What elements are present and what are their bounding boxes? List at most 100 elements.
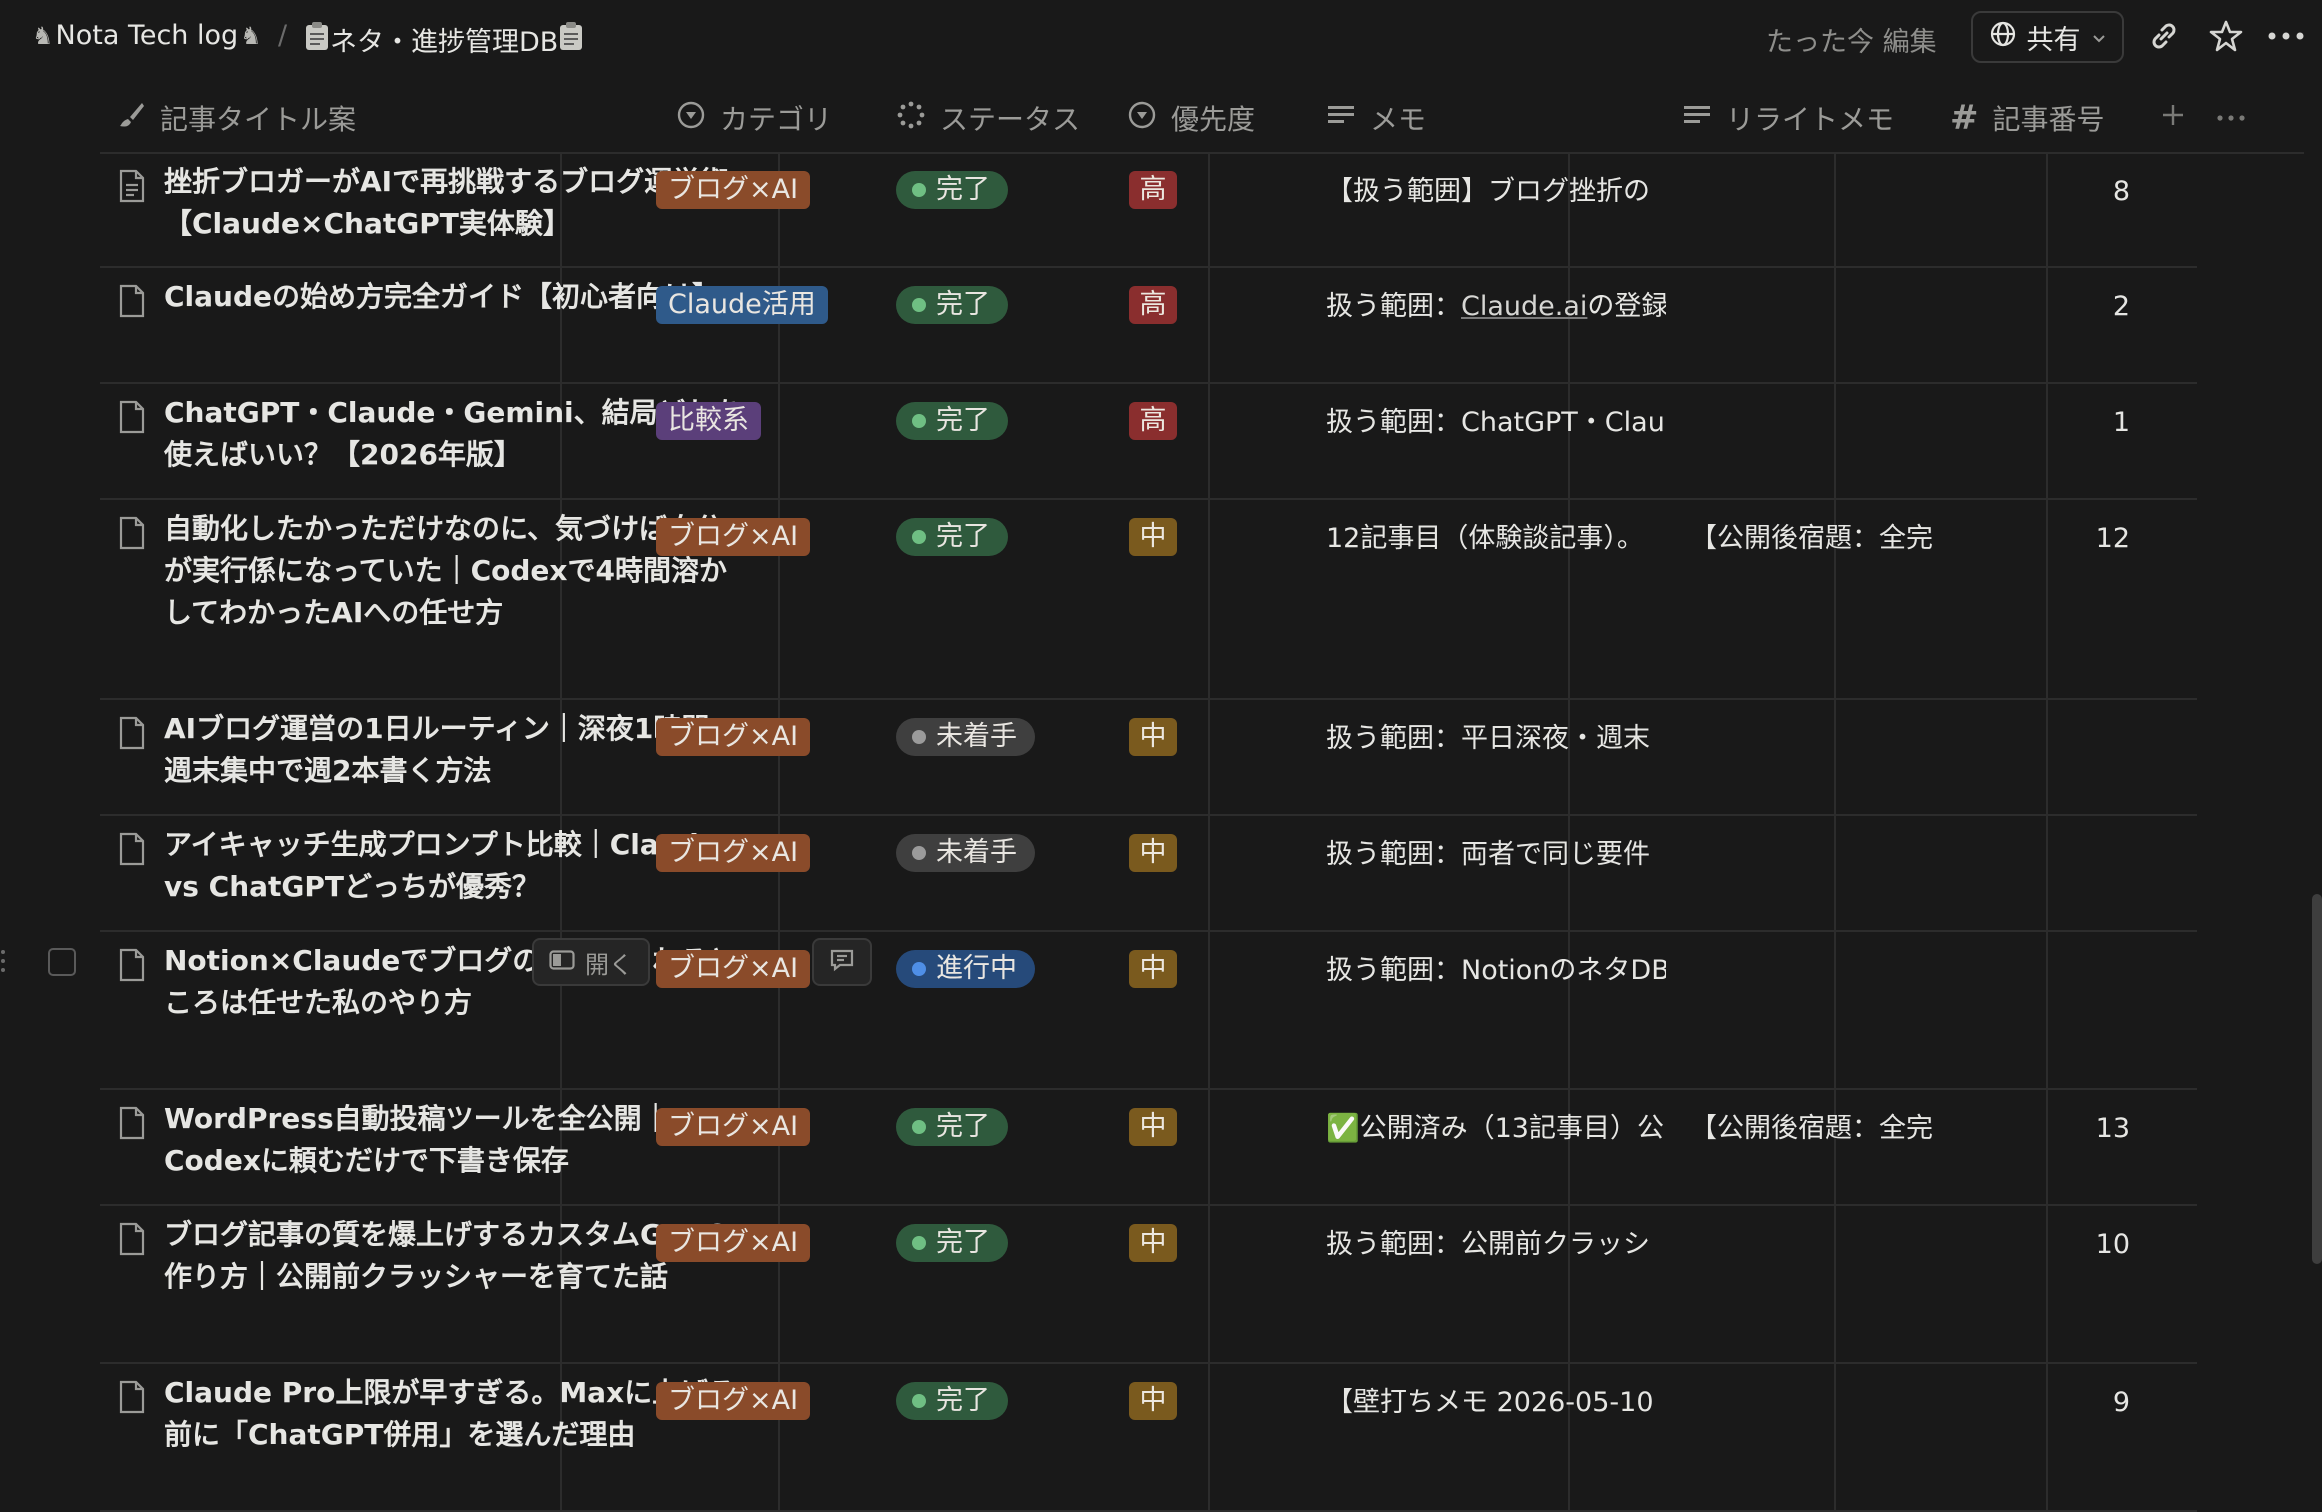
category-tag[interactable]: ブログ×AI xyxy=(656,950,811,988)
article-number-cell[interactable]: 10 xyxy=(1960,1228,2130,1262)
memo-cell[interactable]: 扱う範囲：ChatGPT・Clau xyxy=(1326,406,1666,440)
column-header-category[interactable]: カテゴリ xyxy=(676,96,832,140)
category-tag[interactable]: ブログ×AI xyxy=(656,834,811,872)
status-badge[interactable]: 完了 xyxy=(896,171,1008,209)
status-badge[interactable]: 完了 xyxy=(896,286,1008,324)
memo-cell[interactable]: 扱う範囲：NotionのネタDB xyxy=(1326,954,1666,988)
column-divider xyxy=(1834,816,1836,932)
table-row[interactable]: 挫折ブロガーがAIで再挑戦するブログ運営術【Claude×ChatGPT実体験】… xyxy=(100,153,2197,268)
memo-cell[interactable]: 扱う範囲：両者で同じ要件 xyxy=(1326,838,1666,872)
priority-tag[interactable]: 高 xyxy=(1129,402,1177,440)
page-icon xyxy=(118,516,146,554)
priority-tag[interactable]: 中 xyxy=(1129,1224,1177,1262)
article-number-cell[interactable]: 2 xyxy=(1960,290,2130,324)
priority-tag[interactable]: 中 xyxy=(1129,834,1177,872)
rewrite-memo-cell[interactable]: 【公開後宿題：全完 xyxy=(1690,522,1934,556)
memo-cell[interactable]: 扱う範囲：公開前クラッシ xyxy=(1326,1228,1666,1262)
column-divider xyxy=(1208,384,1210,500)
more-options-icon[interactable] xyxy=(2266,18,2306,58)
status-badge[interactable]: 進行中 xyxy=(896,950,1035,988)
table-row[interactable]: Claude Pro上限が早すぎる。Maxに上げる前に「ChatGPT併用」を選… xyxy=(100,1364,2197,1512)
share-button[interactable]: 共有 xyxy=(1971,11,2124,63)
status-dot xyxy=(912,1236,926,1250)
column-divider xyxy=(1208,268,1210,384)
memo-link[interactable]: Claude.ai xyxy=(1461,291,1587,322)
category-tag[interactable]: ブログ×AI xyxy=(656,1382,811,1420)
table-row[interactable]: アイキャッチ生成プロンプト比較｜Claude vs ChatGPTどっちが優秀？… xyxy=(100,816,2197,932)
memo-cell[interactable]: 【壁打ちメモ 2026-05-10 xyxy=(1326,1386,1666,1420)
priority-tag[interactable]: 高 xyxy=(1129,171,1177,209)
category-tag[interactable]: ブログ×AI xyxy=(656,1108,811,1146)
article-number-cell[interactable]: 12 xyxy=(1960,522,2130,556)
breadcrumb-page[interactable]: ネタ・進捗管理DB xyxy=(304,20,584,59)
column-divider xyxy=(2046,700,2048,816)
column-divider xyxy=(1834,384,1836,500)
column-header-priority[interactable]: 優先度 xyxy=(1127,96,1255,140)
table-row[interactable]: ブログ記事の質を爆上げするカスタムGPTの作り方｜公開前クラッシャーを育てた話ブ… xyxy=(100,1206,2197,1364)
priority-tag[interactable]: 高 xyxy=(1129,286,1177,324)
priority-tag[interactable]: 中 xyxy=(1129,1108,1177,1146)
memo-cell[interactable]: 【扱う範囲】ブログ挫折の xyxy=(1326,175,1666,209)
status-badge[interactable]: 完了 xyxy=(896,1108,1008,1146)
article-number-cell[interactable]: 9 xyxy=(1960,1386,2130,1420)
horse-icon: ♞ xyxy=(32,21,54,50)
link-icon[interactable] xyxy=(2146,18,2186,58)
open-page-button[interactable]: 開く xyxy=(532,938,650,986)
status-badge[interactable]: 完了 xyxy=(896,1382,1008,1420)
memo-cell[interactable]: 扱う範囲：Claude.aiの登録 xyxy=(1326,290,1666,324)
drag-handle-icon[interactable] xyxy=(0,948,6,978)
column-divider xyxy=(2046,384,2048,500)
column-header-number[interactable]: # 記事番号 xyxy=(1950,96,2105,140)
vertical-scrollbar[interactable] xyxy=(2312,894,2322,1264)
column-divider xyxy=(1568,816,1570,932)
status-badge[interactable]: 未着手 xyxy=(896,718,1035,756)
category-tag[interactable]: ブログ×AI xyxy=(656,171,811,209)
table-row[interactable]: Claudeの始め方完全ガイド【初心者向け】 Claude活用 完了高扱う範囲：Cl… xyxy=(100,268,2197,384)
column-divider xyxy=(2046,1090,2048,1206)
table-row[interactable]: ChatGPT・Claude・Gemini、結局どれを使えばいい？【2026年版… xyxy=(100,384,2197,500)
column-header-memo[interactable]: メモ xyxy=(1326,96,1426,140)
category-tag[interactable]: ブログ×AI xyxy=(656,718,811,756)
column-divider xyxy=(1834,932,1836,1090)
column-header-title[interactable]: 記事タイトル案 xyxy=(116,96,356,140)
column-divider xyxy=(1208,1206,1210,1364)
category-tag[interactable]: ブログ×AI xyxy=(656,518,811,556)
article-number-cell[interactable]: 1 xyxy=(1960,406,2130,440)
status-badge[interactable]: 未着手 xyxy=(896,834,1035,872)
category-tag[interactable]: 比較系 xyxy=(656,402,761,440)
priority-tag[interactable]: 中 xyxy=(1129,1382,1177,1420)
table-row[interactable]: AIブログ運営の1日ルーティン｜深夜1時間×週末集中で週2本書く方法 ブログ×AI… xyxy=(100,700,2197,816)
table-row[interactable]: 自動化したかっただけなのに、気づけば自分が実行係になっていた｜Codexで4時間… xyxy=(100,500,2197,700)
article-number-cell[interactable]: 13 xyxy=(1960,1112,2130,1146)
column-header-status[interactable]: ステータス xyxy=(896,96,1080,140)
category-tag[interactable]: ブログ×AI xyxy=(656,1224,811,1262)
column-options-button[interactable] xyxy=(2216,96,2246,140)
hash-icon: # xyxy=(1950,98,1979,138)
comment-button[interactable] xyxy=(812,938,872,986)
column-divider xyxy=(1568,384,1570,500)
status-badge[interactable]: 完了 xyxy=(896,518,1008,556)
star-icon[interactable] xyxy=(2208,18,2248,58)
column-divider xyxy=(1568,1090,1570,1206)
priority-tag[interactable]: 中 xyxy=(1129,518,1177,556)
page-icon xyxy=(118,1380,146,1418)
memo-cell[interactable]: 12記事目（体験談記事）。 xyxy=(1326,522,1666,556)
status-badge[interactable]: 完了 xyxy=(896,402,1008,440)
rewrite-memo-cell[interactable]: 【公開後宿題：全完 xyxy=(1690,1112,1934,1146)
column-header-rewrite[interactable]: リライトメモ xyxy=(1682,96,1894,140)
breadcrumb-workspace[interactable]: ♞ Nota Tech log ♞ xyxy=(30,20,264,51)
memo-cell[interactable]: ✅公開済み（13記事目）公 xyxy=(1326,1112,1666,1146)
table-row[interactable]: WordPress自動投稿ツールを全公開｜Codexに頼むだけで下書き保存 ブログ… xyxy=(100,1090,2197,1206)
row-checkbox[interactable] xyxy=(48,948,76,976)
column-divider xyxy=(1568,153,1570,268)
article-number-cell[interactable]: 8 xyxy=(1960,175,2130,209)
priority-tag[interactable]: 中 xyxy=(1129,950,1177,988)
select-icon xyxy=(1127,100,1157,137)
priority-tag[interactable]: 中 xyxy=(1129,718,1177,756)
memo-cell[interactable]: 扱う範囲：平日深夜・週末 xyxy=(1326,722,1666,756)
category-tag[interactable]: Claude活用 xyxy=(656,286,828,324)
add-column-button[interactable] xyxy=(2160,96,2186,140)
status-badge[interactable]: 完了 xyxy=(896,1224,1008,1262)
column-divider xyxy=(1834,700,1836,816)
table-row[interactable]: Notion×Claudeでブログのネ任せられるところは任せた私のやり方 ブログ×… xyxy=(100,932,2197,1090)
